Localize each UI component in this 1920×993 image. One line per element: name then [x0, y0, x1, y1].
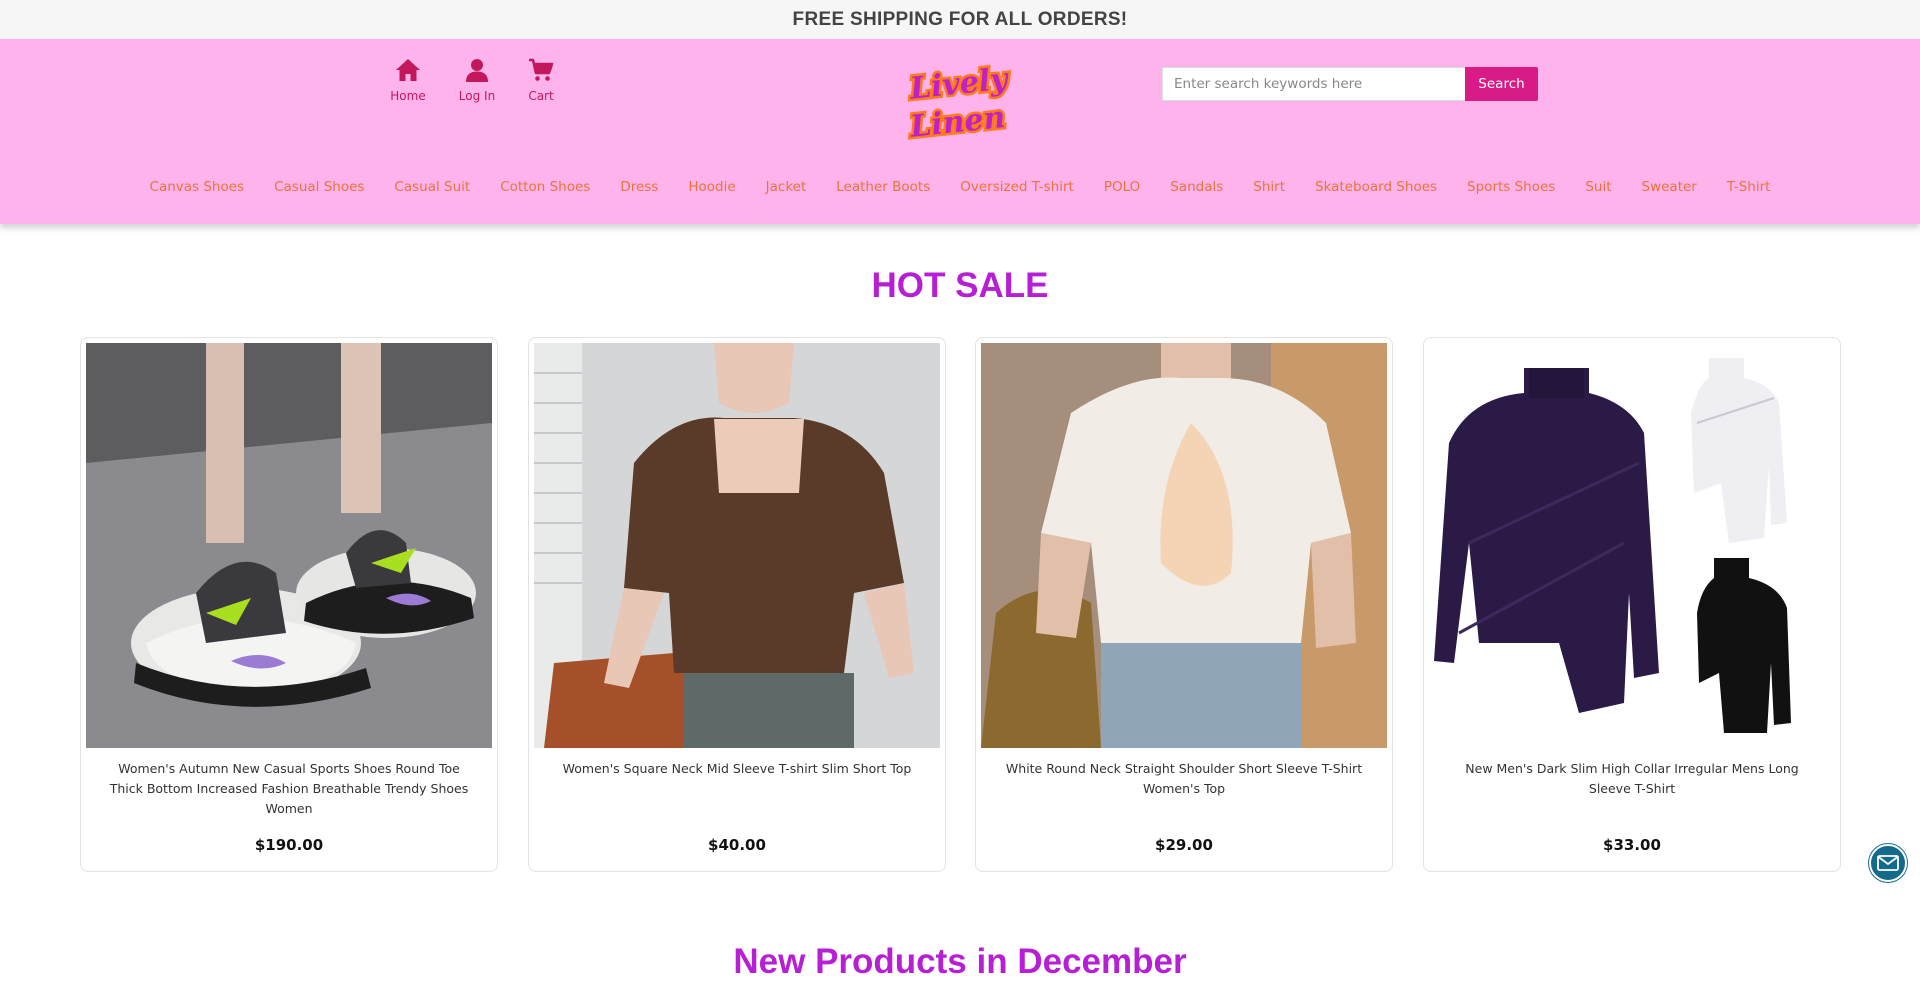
announcement-bar: FREE SHIPPING FOR ALL ORDERS! [0, 0, 1920, 39]
category-link-cotton-shoes[interactable]: Cotton Shoes [500, 179, 590, 195]
product-card[interactable]: Women's Autumn New Casual Sports Shoes R… [80, 337, 498, 872]
category-link-shirt[interactable]: Shirt [1253, 179, 1285, 195]
product-card[interactable]: Women's Square Neck Mid Sleeve T-shirt S… [528, 337, 946, 872]
category-link-suit[interactable]: Suit [1585, 179, 1611, 195]
nav-cart-label: Cart [528, 89, 554, 103]
category-link-tshirt[interactable]: T-Shirt [1727, 179, 1771, 195]
search-button[interactable]: Search [1465, 67, 1538, 101]
site-logo[interactable]: Lively Lively Linen Linen [896, 56, 1026, 147]
envelope-icon [1877, 855, 1899, 871]
user-icon [466, 59, 488, 82]
product-image[interactable] [534, 343, 940, 748]
product-image[interactable] [981, 343, 1387, 748]
category-link-polo[interactable]: POLO [1104, 179, 1140, 195]
nav-home-label: Home [390, 89, 426, 103]
category-link-leather-boots[interactable]: Leather Boots [836, 179, 930, 195]
svg-text:Linen: Linen [908, 100, 1007, 145]
product-image[interactable] [1429, 343, 1835, 748]
product-price: $33.00 [1603, 836, 1661, 854]
category-link-oversized-tshirt[interactable]: Oversized T-shirt [960, 179, 1074, 195]
product-name[interactable]: Women's Autumn New Casual Sports Shoes R… [103, 759, 475, 819]
product-card[interactable]: New Men's Dark Slim High Collar Irregula… [1423, 337, 1841, 872]
category-nav: Canvas Shoes Casual Shoes Casual Suit Co… [0, 179, 1920, 195]
category-link-casual-shoes[interactable]: Casual Shoes [274, 179, 364, 195]
contact-mail-button[interactable] [1869, 844, 1907, 882]
category-link-canvas-shoes[interactable]: Canvas Shoes [150, 179, 245, 195]
new-products-title: New Products in December [733, 942, 1187, 981]
category-link-dress[interactable]: Dress [620, 179, 658, 195]
nav-cart[interactable]: Cart [506, 57, 576, 103]
nav-login[interactable]: Log In [442, 57, 512, 103]
category-link-sandals[interactable]: Sandals [1170, 179, 1223, 195]
category-link-skateboard-shoes[interactable]: Skateboard Shoes [1315, 179, 1437, 195]
category-link-sweater[interactable]: Sweater [1642, 179, 1697, 195]
product-price: $29.00 [1155, 836, 1213, 854]
site-header: Home Log In Cart Lively Lively Linen Lin… [0, 39, 1920, 224]
product-name[interactable]: White Round Neck Straight Shoulder Short… [998, 759, 1370, 799]
announcement-text: FREE SHIPPING FOR ALL ORDERS! [792, 8, 1128, 30]
cart-icon [529, 58, 554, 81]
product-image[interactable] [86, 343, 492, 748]
category-link-sports-shoes[interactable]: Sports Shoes [1467, 179, 1555, 195]
product-price: $40.00 [708, 836, 766, 854]
product-price: $190.00 [254, 836, 324, 854]
category-link-jacket[interactable]: Jacket [766, 179, 807, 195]
home-icon [396, 59, 420, 81]
product-name[interactable]: New Men's Dark Slim High Collar Irregula… [1446, 759, 1818, 799]
product-card[interactable]: White Round Neck Straight Shoulder Short… [975, 337, 1393, 872]
nav-login-label: Log In [458, 89, 496, 103]
hot-sale-title: HOT SALE [871, 266, 1049, 305]
product-name[interactable]: Women's Square Neck Mid Sleeve T-shirt S… [551, 759, 923, 779]
category-link-casual-suit[interactable]: Casual Suit [394, 179, 470, 195]
nav-home[interactable]: Home [373, 57, 443, 103]
search-input[interactable] [1162, 67, 1465, 101]
category-link-hoodie[interactable]: Hoodie [688, 179, 735, 195]
search-bar: Search [1162, 67, 1538, 101]
